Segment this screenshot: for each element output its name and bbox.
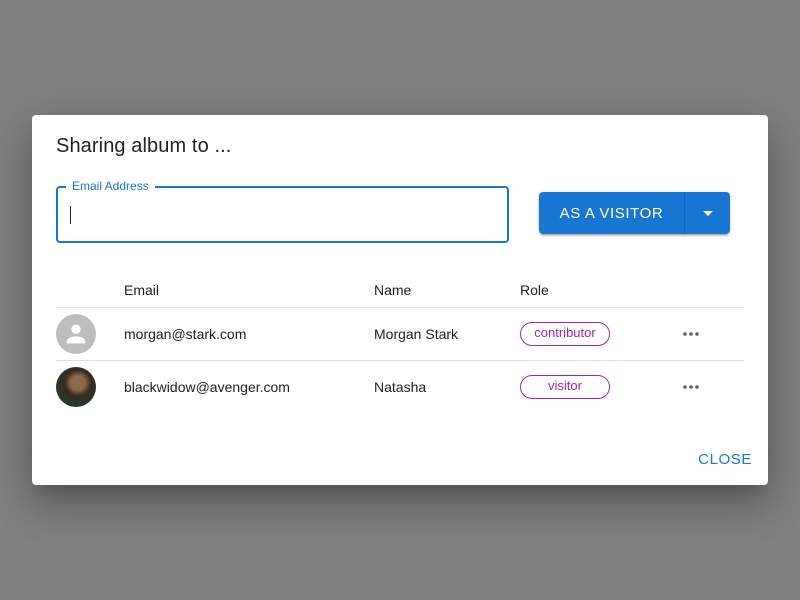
role-chip[interactable]: contributor bbox=[520, 322, 610, 346]
table-row: blackwidow@avenger.com Natasha visitor bbox=[56, 361, 744, 414]
text-caret bbox=[70, 206, 71, 224]
avatar-photo bbox=[56, 367, 96, 407]
members-table: Email Name Role morgan@stark.com Morgan … bbox=[56, 268, 744, 414]
row-email: blackwidow@avenger.com bbox=[124, 379, 290, 395]
table-header: Email Name Role bbox=[56, 268, 744, 308]
more-horiz-icon bbox=[683, 385, 699, 389]
as-visitor-button[interactable]: AS A VISITOR bbox=[539, 192, 685, 234]
role-chip[interactable]: visitor bbox=[520, 375, 610, 399]
row-more-button[interactable] bbox=[676, 375, 706, 399]
header-role: Role bbox=[520, 282, 549, 298]
email-field[interactable]: Email Address bbox=[56, 178, 509, 243]
header-name: Name bbox=[374, 282, 412, 298]
arrow-drop-down-icon bbox=[702, 211, 713, 216]
row-name: Natasha bbox=[374, 379, 427, 395]
role-dropdown-button[interactable] bbox=[685, 192, 730, 234]
row-more-button[interactable] bbox=[676, 322, 706, 346]
email-input[interactable] bbox=[72, 202, 492, 228]
row-email: morgan@stark.com bbox=[124, 326, 247, 342]
row-name: Morgan Stark bbox=[374, 326, 459, 342]
more-horiz-icon bbox=[683, 332, 699, 336]
avatar bbox=[56, 314, 96, 354]
email-field-label: Email Address bbox=[66, 178, 155, 194]
table-row: morgan@stark.com Morgan Stark contributo… bbox=[56, 308, 744, 361]
person-icon bbox=[66, 324, 86, 344]
close-button[interactable]: CLOSE bbox=[698, 451, 752, 468]
dialog-title: Sharing album to ... bbox=[56, 135, 232, 157]
share-album-dialog: Sharing album to ... Email Address AS A … bbox=[32, 115, 768, 485]
header-email: Email bbox=[124, 282, 160, 298]
share-split-button: AS A VISITOR bbox=[539, 192, 730, 234]
